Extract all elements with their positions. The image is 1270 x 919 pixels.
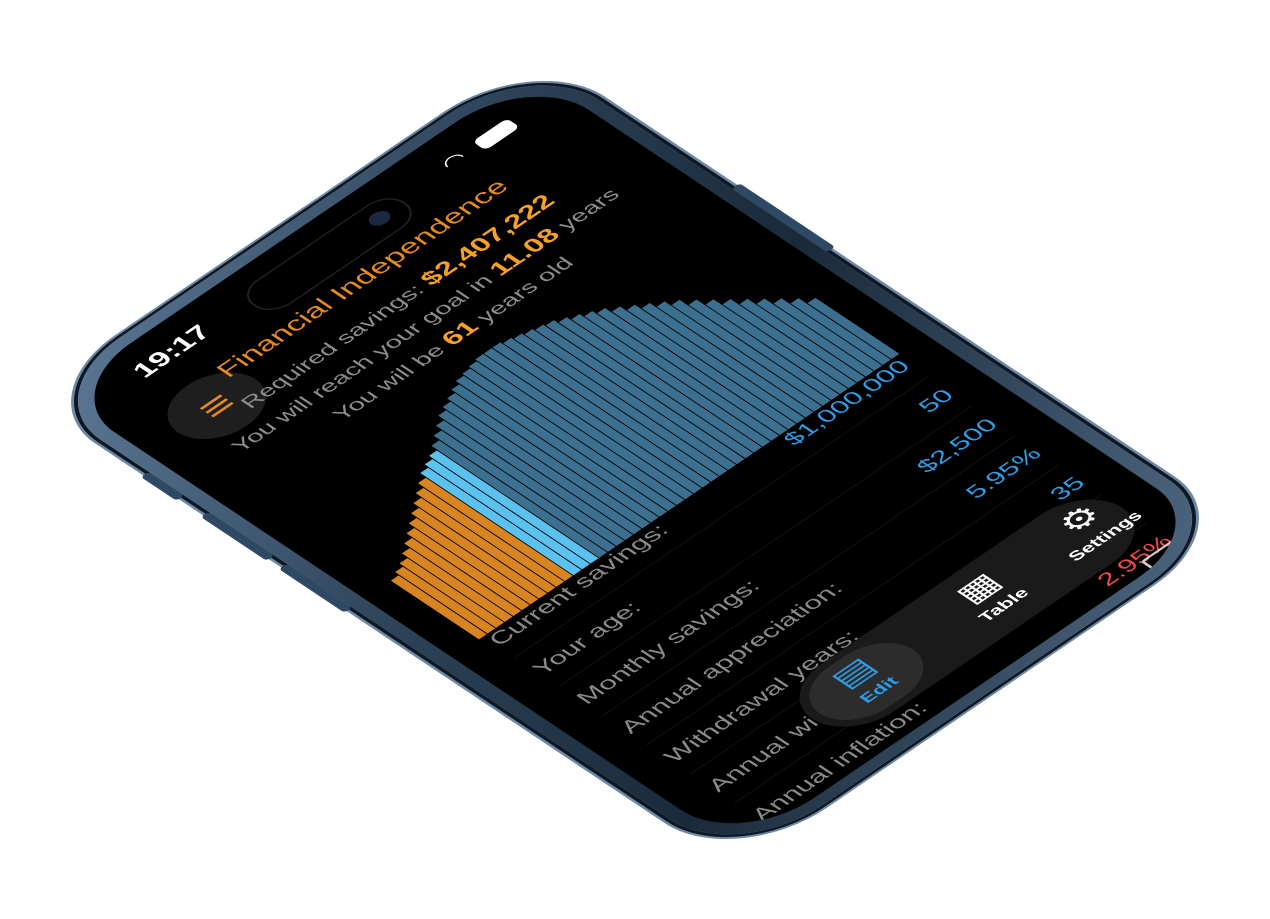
wifi-icon: ◠ (435, 148, 473, 174)
slider-min-label: 0.00% (811, 818, 881, 849)
battery-icon (472, 118, 520, 151)
slider-max-label: 10.00% (1159, 574, 1214, 629)
app-screen: 19:17 ◠ ≡ Financial Independence Require… (56, 71, 1214, 849)
phone-device: 19:17 ◠ ≡ Financial Independence Require… (34, 56, 1236, 864)
camera-icon (364, 208, 395, 229)
input-value[interactable]: 50 (913, 386, 959, 417)
